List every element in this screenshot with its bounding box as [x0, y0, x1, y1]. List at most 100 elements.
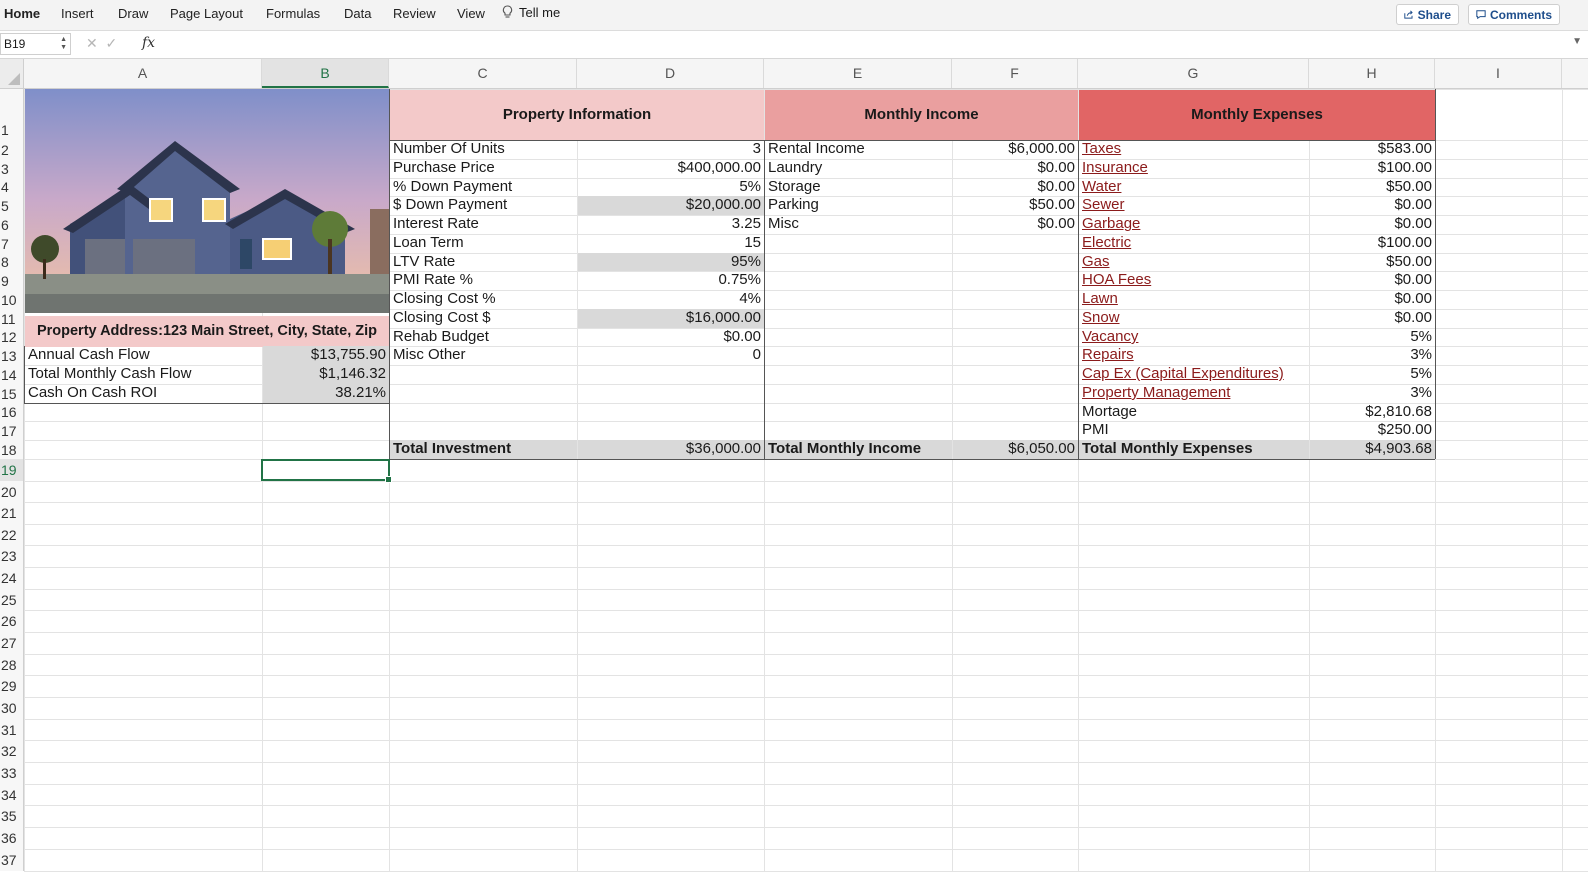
summary-label[interactable]: Total Monthly Cash Flow: [25, 365, 262, 384]
expense-label[interactable]: Insurance: [1079, 159, 1309, 178]
row-header-31[interactable]: 31: [0, 719, 24, 740]
row-header-21[interactable]: 21: [0, 502, 24, 524]
row-header-14[interactable]: 14: [0, 365, 24, 384]
row-header-5[interactable]: 5: [0, 196, 24, 215]
expense-label[interactable]: Property Management: [1079, 384, 1309, 403]
row-header-30[interactable]: 30: [0, 697, 24, 719]
expense-label[interactable]: Mortage: [1079, 403, 1309, 421]
income-value[interactable]: $50.00: [953, 196, 1078, 215]
expense-value[interactable]: 3%: [1310, 346, 1435, 365]
row-header-8[interactable]: 8: [0, 253, 24, 271]
property-label[interactable]: Loan Term: [390, 234, 577, 253]
property-value[interactable]: $400,000.00: [578, 159, 764, 178]
expense-label[interactable]: HOA Fees: [1079, 271, 1309, 290]
summary-value[interactable]: $13,755.90: [263, 346, 389, 365]
property-label[interactable]: Purchase Price: [390, 159, 577, 178]
property-label[interactable]: Interest Rate: [390, 215, 577, 234]
row-header-24[interactable]: 24: [0, 567, 24, 589]
row-header-27[interactable]: 27: [0, 632, 24, 654]
row-header-36[interactable]: 36: [0, 827, 24, 849]
property-value[interactable]: 3.25: [578, 215, 764, 234]
row-header-12[interactable]: 12: [0, 328, 24, 346]
row-header-10[interactable]: 10: [0, 290, 24, 309]
expense-label[interactable]: Lawn: [1079, 290, 1309, 309]
property-value[interactable]: 15: [578, 234, 764, 253]
property-label[interactable]: LTV Rate: [390, 253, 577, 271]
expense-label[interactable]: Sewer: [1079, 196, 1309, 215]
income-label[interactable]: Laundry: [765, 159, 952, 178]
summary-value[interactable]: 38.21%: [263, 384, 389, 403]
expense-value[interactable]: $0.00: [1310, 290, 1435, 309]
row-header-20[interactable]: 20: [0, 481, 24, 502]
total-income-value[interactable]: $6,050.00: [953, 440, 1078, 459]
row-header-23[interactable]: 23: [0, 545, 24, 567]
expense-label[interactable]: PMI: [1079, 421, 1309, 440]
expense-label[interactable]: Cap Ex (Capital Expenditures): [1079, 365, 1309, 384]
income-label[interactable]: Misc: [765, 215, 952, 234]
expense-value[interactable]: $0.00: [1310, 215, 1435, 234]
income-value[interactable]: $0.00: [953, 215, 1078, 234]
expense-value[interactable]: 5%: [1310, 365, 1435, 384]
expense-value[interactable]: $0.00: [1310, 196, 1435, 215]
expense-value[interactable]: $50.00: [1310, 253, 1435, 271]
income-value[interactable]: $6,000.00: [953, 140, 1078, 159]
property-label[interactable]: PMI Rate %: [390, 271, 577, 290]
property-label[interactable]: Number Of Units: [390, 140, 577, 159]
expense-label[interactable]: Garbage: [1079, 215, 1309, 234]
expense-value[interactable]: $2,810.68: [1310, 403, 1435, 421]
row-header-32[interactable]: 32: [0, 740, 24, 762]
income-label[interactable]: Parking: [765, 196, 952, 215]
expense-label[interactable]: Gas: [1079, 253, 1309, 271]
expense-value[interactable]: $50.00: [1310, 178, 1435, 196]
row-header-33[interactable]: 33: [0, 762, 24, 784]
row-header-4[interactable]: 4: [0, 178, 24, 196]
row-header-1[interactable]: 1: [0, 89, 24, 140]
expense-value[interactable]: $0.00: [1310, 309, 1435, 328]
expense-value[interactable]: $0.00: [1310, 271, 1435, 290]
row-header-6[interactable]: 6: [0, 215, 24, 234]
property-value[interactable]: 95%: [578, 253, 764, 271]
total-expenses-label[interactable]: Total Monthly Expenses: [1079, 440, 1309, 459]
row-header-18[interactable]: 18: [0, 440, 24, 459]
property-label[interactable]: Closing Cost $: [390, 309, 577, 328]
row-header-17[interactable]: 17: [0, 421, 24, 440]
expense-value[interactable]: 3%: [1310, 384, 1435, 403]
property-value[interactable]: $0.00: [578, 328, 764, 346]
expense-label[interactable]: Vacancy: [1079, 328, 1309, 346]
property-value[interactable]: $20,000.00: [578, 196, 764, 215]
expense-label[interactable]: Snow: [1079, 309, 1309, 328]
row-header-29[interactable]: 29: [0, 675, 24, 697]
total-investment-value[interactable]: $36,000.00: [578, 440, 764, 459]
expense-label[interactable]: Repairs: [1079, 346, 1309, 365]
row-header-35[interactable]: 35: [0, 805, 24, 827]
property-label[interactable]: % Down Payment: [390, 178, 577, 196]
expense-label[interactable]: Water: [1079, 178, 1309, 196]
expense-value[interactable]: 5%: [1310, 328, 1435, 346]
expense-value[interactable]: $100.00: [1310, 234, 1435, 253]
row-header-22[interactable]: 22: [0, 524, 24, 545]
total-income-label[interactable]: Total Monthly Income: [765, 440, 952, 459]
property-label[interactable]: Closing Cost %: [390, 290, 577, 309]
property-value[interactable]: 0.75%: [578, 271, 764, 290]
selected-cell-b19[interactable]: [261, 459, 392, 483]
property-label[interactable]: Misc Other: [390, 346, 577, 365]
row-header-16[interactable]: 16: [0, 403, 24, 421]
income-value[interactable]: $0.00: [953, 178, 1078, 196]
income-label[interactable]: Storage: [765, 178, 952, 196]
row-header-25[interactable]: 25: [0, 589, 24, 610]
property-label[interactable]: Rehab Budget: [390, 328, 577, 346]
property-label[interactable]: $ Down Payment: [390, 196, 577, 215]
summary-value[interactable]: $1,146.32: [263, 365, 389, 384]
expense-label[interactable]: Taxes: [1079, 140, 1309, 159]
property-value[interactable]: 0: [578, 346, 764, 365]
row-header-15[interactable]: 15: [0, 384, 24, 403]
income-value[interactable]: $0.00: [953, 159, 1078, 178]
row-header-11[interactable]: 11: [0, 309, 24, 328]
expense-label[interactable]: Electric: [1079, 234, 1309, 253]
property-value[interactable]: 3: [578, 140, 764, 159]
row-header-34[interactable]: 34: [0, 784, 24, 805]
total-expenses-value[interactable]: $4,903.68: [1310, 440, 1435, 459]
row-header-2[interactable]: 2: [0, 140, 24, 159]
summary-label[interactable]: Cash On Cash ROI: [25, 384, 262, 403]
total-investment-label[interactable]: Total Investment: [390, 440, 577, 459]
